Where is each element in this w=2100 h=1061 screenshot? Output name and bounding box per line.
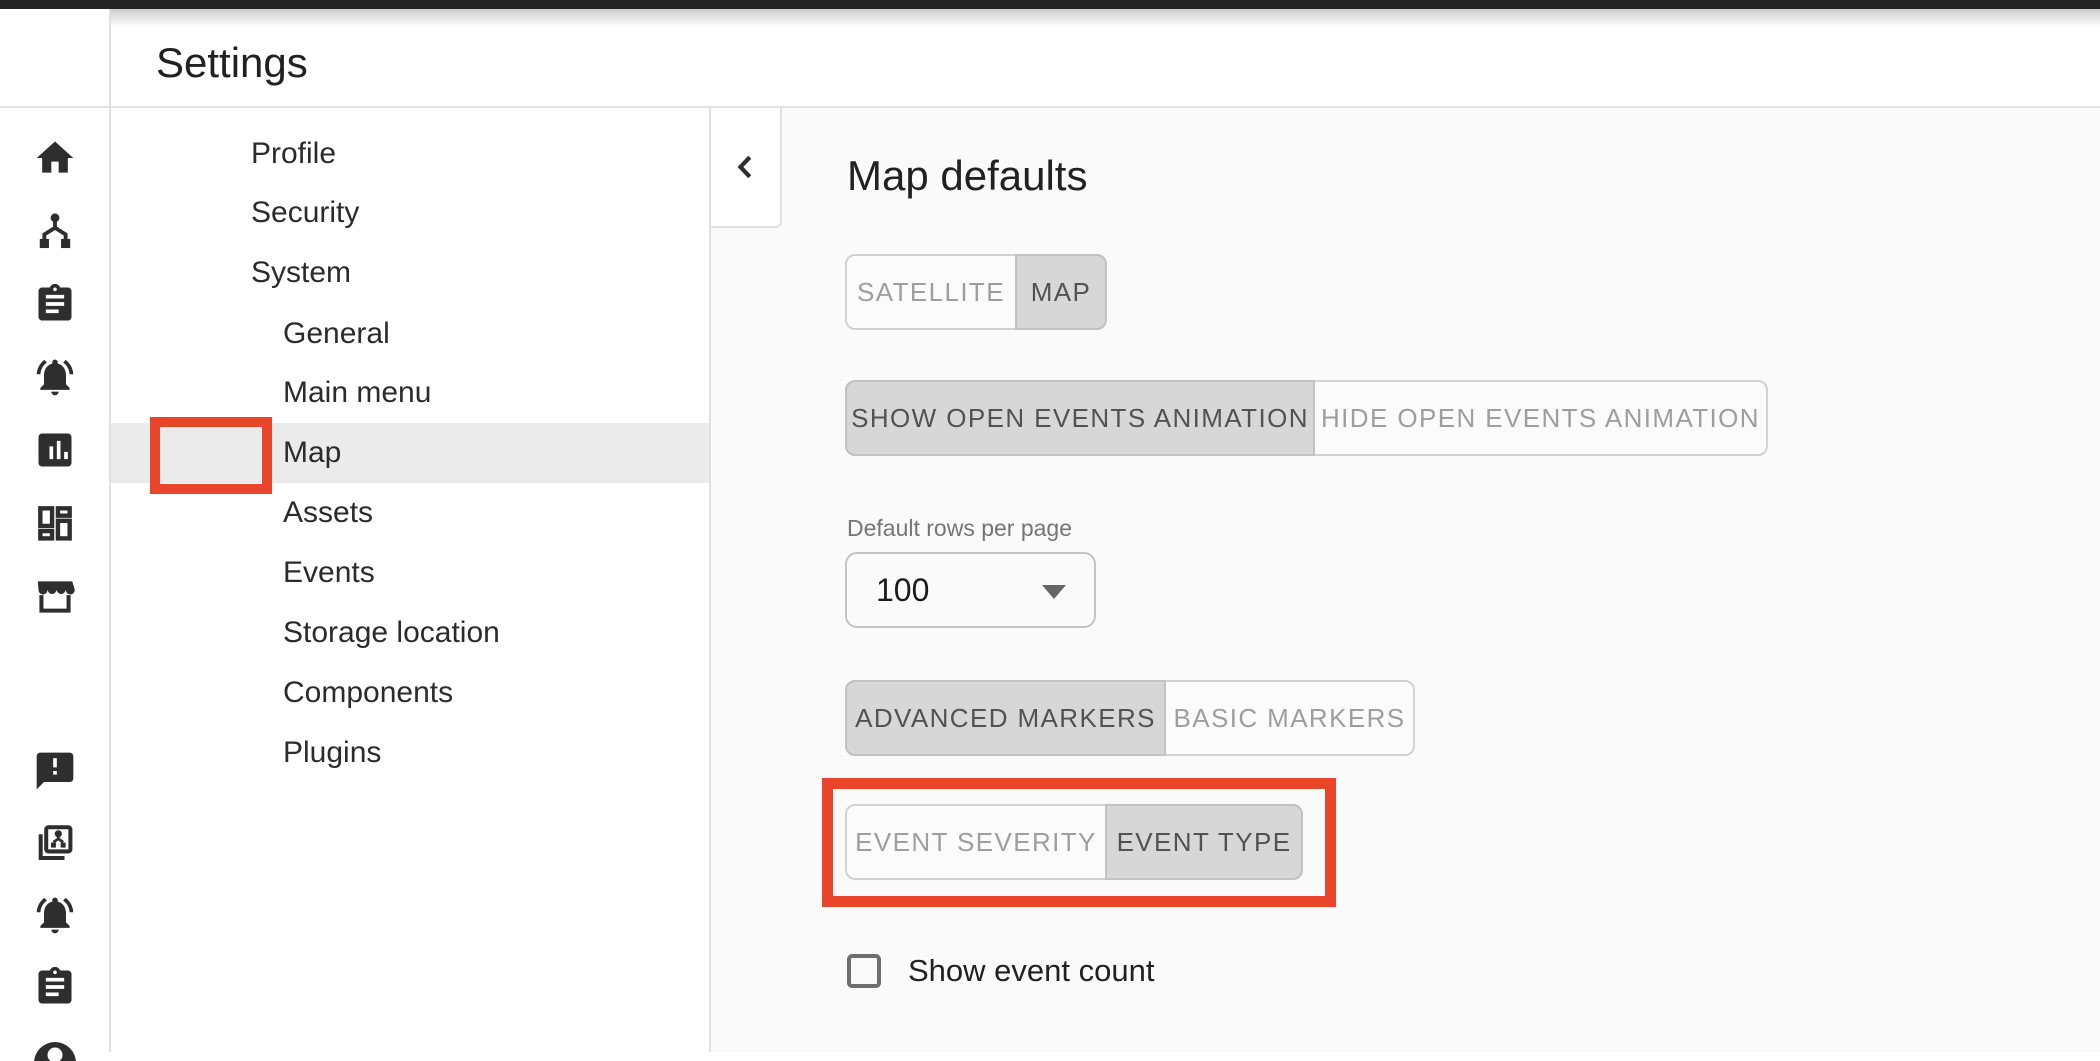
nav-item-events[interactable]: Events — [111, 543, 709, 603]
page-title: Settings — [156, 36, 308, 90]
toggle-map[interactable]: MAP — [1015, 254, 1107, 330]
marker-style-toggle: ADVANCED MARKERS BASIC MARKERS — [845, 680, 1415, 756]
clipboard-icon[interactable] — [33, 282, 77, 326]
collapse-nav-button[interactable] — [711, 108, 782, 228]
settings-nav: Profile Security System General Main men… — [111, 108, 711, 1052]
nav-item-storage-location[interactable]: Storage location — [111, 603, 709, 663]
media-hub-icon[interactable] — [33, 821, 77, 865]
show-event-count-label: Show event count — [908, 954, 1154, 988]
clipboard-icon[interactable] — [33, 965, 77, 1009]
nav-item-assets[interactable]: Assets — [111, 483, 709, 543]
rows-per-page-select[interactable]: 100 — [845, 552, 1096, 628]
toggle-event-type[interactable]: EVENT TYPE — [1105, 804, 1303, 880]
content-heading: Map defaults — [847, 150, 1087, 202]
storefront-icon[interactable] — [33, 574, 77, 618]
topbar-shadow — [0, 9, 2100, 27]
nav-item-general[interactable]: General — [111, 304, 709, 364]
account-icon[interactable] — [31, 1037, 79, 1061]
bar-chart-icon[interactable] — [33, 428, 77, 472]
nav-item-profile[interactable]: Profile — [111, 124, 709, 184]
top-black-bar — [0, 0, 2100, 9]
show-event-count-checkbox[interactable] — [847, 954, 881, 988]
toggle-event-severity[interactable]: EVENT SEVERITY — [845, 804, 1107, 880]
nav-item-components[interactable]: Components — [111, 663, 709, 723]
toggle-show-open-events-animation[interactable]: SHOW OPEN EVENTS ANIMATION — [845, 380, 1315, 456]
toggle-satellite[interactable]: SATELLITE — [845, 254, 1017, 330]
feedback-icon[interactable] — [33, 749, 77, 793]
header-divider — [0, 106, 2100, 108]
nav-item-system[interactable]: System — [111, 243, 709, 303]
toggle-advanced-markers[interactable]: ADVANCED MARKERS — [845, 680, 1166, 756]
event-marker-mode-toggle: EVENT SEVERITY EVENT TYPE — [845, 804, 1303, 880]
dashboard-icon[interactable] — [33, 501, 77, 545]
open-events-animation-toggle: SHOW OPEN EVENTS ANIMATION HIDE OPEN EVE… — [845, 380, 1768, 456]
hub-icon[interactable] — [33, 209, 77, 253]
bell-icon[interactable] — [33, 355, 77, 399]
nav-item-map[interactable]: Map — [111, 423, 709, 483]
toggle-hide-open-events-animation[interactable]: HIDE OPEN EVENTS ANIMATION — [1313, 380, 1768, 456]
nav-item-security[interactable]: Security — [111, 183, 709, 243]
bell-icon[interactable] — [33, 893, 77, 937]
toggle-basic-markers[interactable]: BASIC MARKERS — [1164, 680, 1415, 756]
nav-item-main-menu[interactable]: Main menu — [111, 363, 709, 423]
nav-item-plugins[interactable]: Plugins — [111, 723, 709, 783]
dropdown-caret-icon — [1042, 585, 1066, 599]
rows-per-page-value: 100 — [876, 572, 929, 609]
show-event-count-row: Show event count — [847, 954, 1154, 988]
home-icon[interactable] — [33, 136, 77, 180]
icon-rail — [0, 9, 111, 1052]
map-type-toggle: SATELLITE MAP — [845, 254, 1107, 330]
chevron-left-icon — [728, 149, 764, 185]
rows-per-page-label: Default rows per page — [847, 514, 1072, 542]
